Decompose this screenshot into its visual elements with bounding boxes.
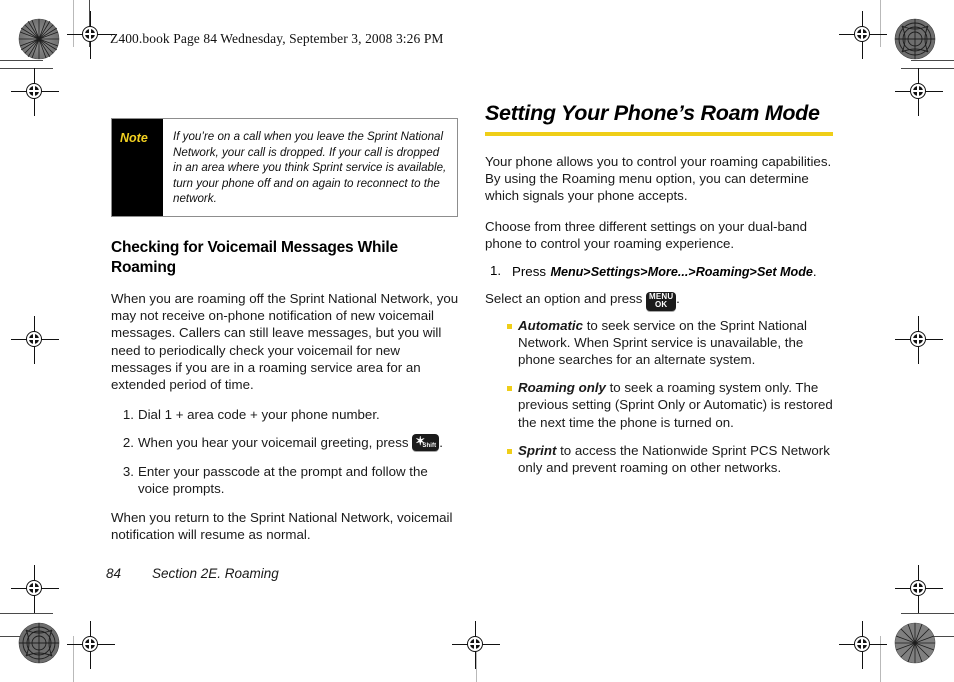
left-closing-paragraph: When you return to the Sprint National N… <box>111 510 453 543</box>
right-paragraph-2: Choose from three different settings on … <box>485 218 808 251</box>
voicemail-steps-list: Dial 1 + area code + your phone number. … <box>111 406 459 497</box>
select-line-text-before: Select an option and press <box>485 291 643 307</box>
note-label-cell: Note <box>112 119 163 216</box>
menu-path-separator: > <box>640 265 648 280</box>
menu-path-item-0: Menu <box>550 265 584 280</box>
list-item: Sprint to access the Nationwide Sprint P… <box>507 442 833 476</box>
note-label: Note <box>120 131 148 145</box>
step-text: Dial 1 + area code + your phone number. <box>138 407 380 423</box>
list-item: Roaming only to seek a roaming system on… <box>507 379 833 431</box>
step-lead-text: Press <box>512 264 546 280</box>
list-item: Enter your passcode at the prompt and fo… <box>116 463 459 497</box>
menu-ok-key-icon: MENU OK <box>646 291 677 311</box>
step-text-before: When you hear your voicemail greeting, p… <box>138 435 409 451</box>
note-callout: Note If you’re on a call when you leave … <box>111 118 458 217</box>
left-column: Note If you’re on a call when you leave … <box>111 118 459 556</box>
option-term: Roaming only <box>518 380 606 396</box>
page-title: Setting Your Phone’s Roam Mode <box>485 101 820 125</box>
menu-key-line-2: OK <box>654 300 668 310</box>
step-number: 1. <box>490 263 502 279</box>
running-head: Z400.book Page 84 Wednesday, September 3… <box>110 31 444 46</box>
manual-page: Z400.book Page 84 Wednesday, September 3… <box>0 0 954 682</box>
option-term: Sprint <box>518 442 557 458</box>
right-column: Setting Your Phone’s Roam Mode Your phon… <box>485 100 833 487</box>
footer-page-number: 84 <box>106 566 122 581</box>
option-term: Automatic <box>518 317 584 333</box>
menu-path-separator: > <box>583 265 591 280</box>
menu-path-separator: > <box>688 265 696 280</box>
list-item: Dial 1 + area code + your phone number. <box>116 406 459 423</box>
footer-section-label: Section 2E. Roaming <box>152 566 279 581</box>
step-trailing-period: . <box>812 264 817 280</box>
menu-path: Menu>Settings>More...>Roaming>Set Mode <box>550 265 812 279</box>
page-footer: 84 Section 2E. Roaming <box>106 566 279 581</box>
heading-accent-rule <box>485 132 833 136</box>
select-option-line: Select an option and press MENU OK . <box>485 290 833 311</box>
shift-key-label: Shift <box>422 443 437 450</box>
roam-mode-step-1: 1. Press Menu>Settings>More...>Roaming>S… <box>485 263 833 281</box>
list-item: Automatic to seek service on the Sprint … <box>507 317 833 369</box>
list-item: When you hear your voicemail greeting, p… <box>116 434 459 452</box>
option-description: to access the Nationwide Sprint PCS Netw… <box>518 442 830 475</box>
menu-path-item-1: Settings <box>590 265 641 280</box>
step-text: Enter your passcode at the prompt and fo… <box>138 463 428 496</box>
select-line-text-after: . <box>676 291 680 307</box>
star-shift-key-icon: ✶ Shift <box>412 434 440 452</box>
subsection-heading: Checking for Voicemail Messages While Ro… <box>111 238 398 276</box>
step-text-after: . <box>439 435 443 451</box>
roam-mode-options-list: Automatic to seek service on the Sprint … <box>485 317 833 477</box>
menu-path-item-2: More... <box>647 265 689 280</box>
left-intro-paragraph: When you are roaming off the Sprint Nati… <box>111 290 459 392</box>
menu-path-separator: > <box>749 265 757 280</box>
note-body-text: If you’re on a call when you leave the S… <box>173 130 447 206</box>
menu-path-item-3: Roaming <box>695 265 750 280</box>
menu-path-item-4: Set Mode <box>756 265 813 280</box>
right-paragraph-1: Your phone allows you to control your ro… <box>485 154 832 204</box>
